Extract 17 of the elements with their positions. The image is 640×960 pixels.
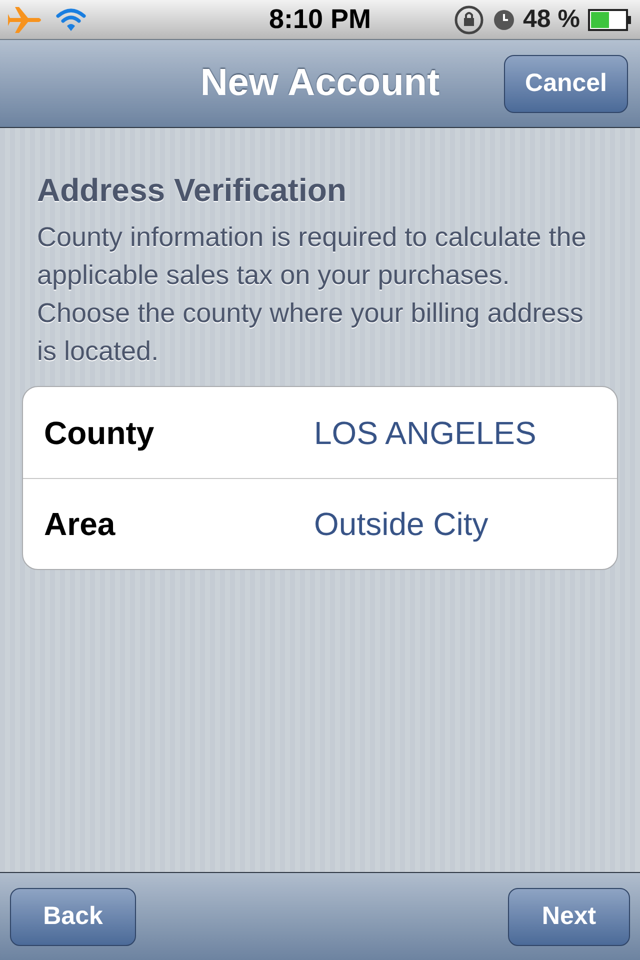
clock-icon xyxy=(493,8,516,30)
section-description: County information is required to calculate the applicable sales tax on your purchases. Choose the county where your billing address is located. xyxy=(36,221,588,368)
cancel-button[interactable]: Cancel xyxy=(504,55,628,113)
next-button[interactable]: Next xyxy=(508,888,630,946)
nav-title: New Account xyxy=(200,62,440,104)
status-time: 8:10 PM xyxy=(268,4,372,34)
row-label: County xyxy=(44,414,156,453)
row-label: Area xyxy=(44,505,116,544)
rotation-lock-icon xyxy=(453,4,486,36)
section-title: Address Verification xyxy=(36,171,348,210)
battery-percent: 48 % xyxy=(523,4,580,35)
airplane-icon xyxy=(8,6,44,34)
row-value[interactable]: Outside City xyxy=(314,500,488,548)
back-button[interactable]: Back xyxy=(10,888,136,946)
battery-icon xyxy=(588,8,632,30)
wifi-icon xyxy=(56,8,86,32)
row-value[interactable]: LOS ANGELES xyxy=(314,408,536,456)
